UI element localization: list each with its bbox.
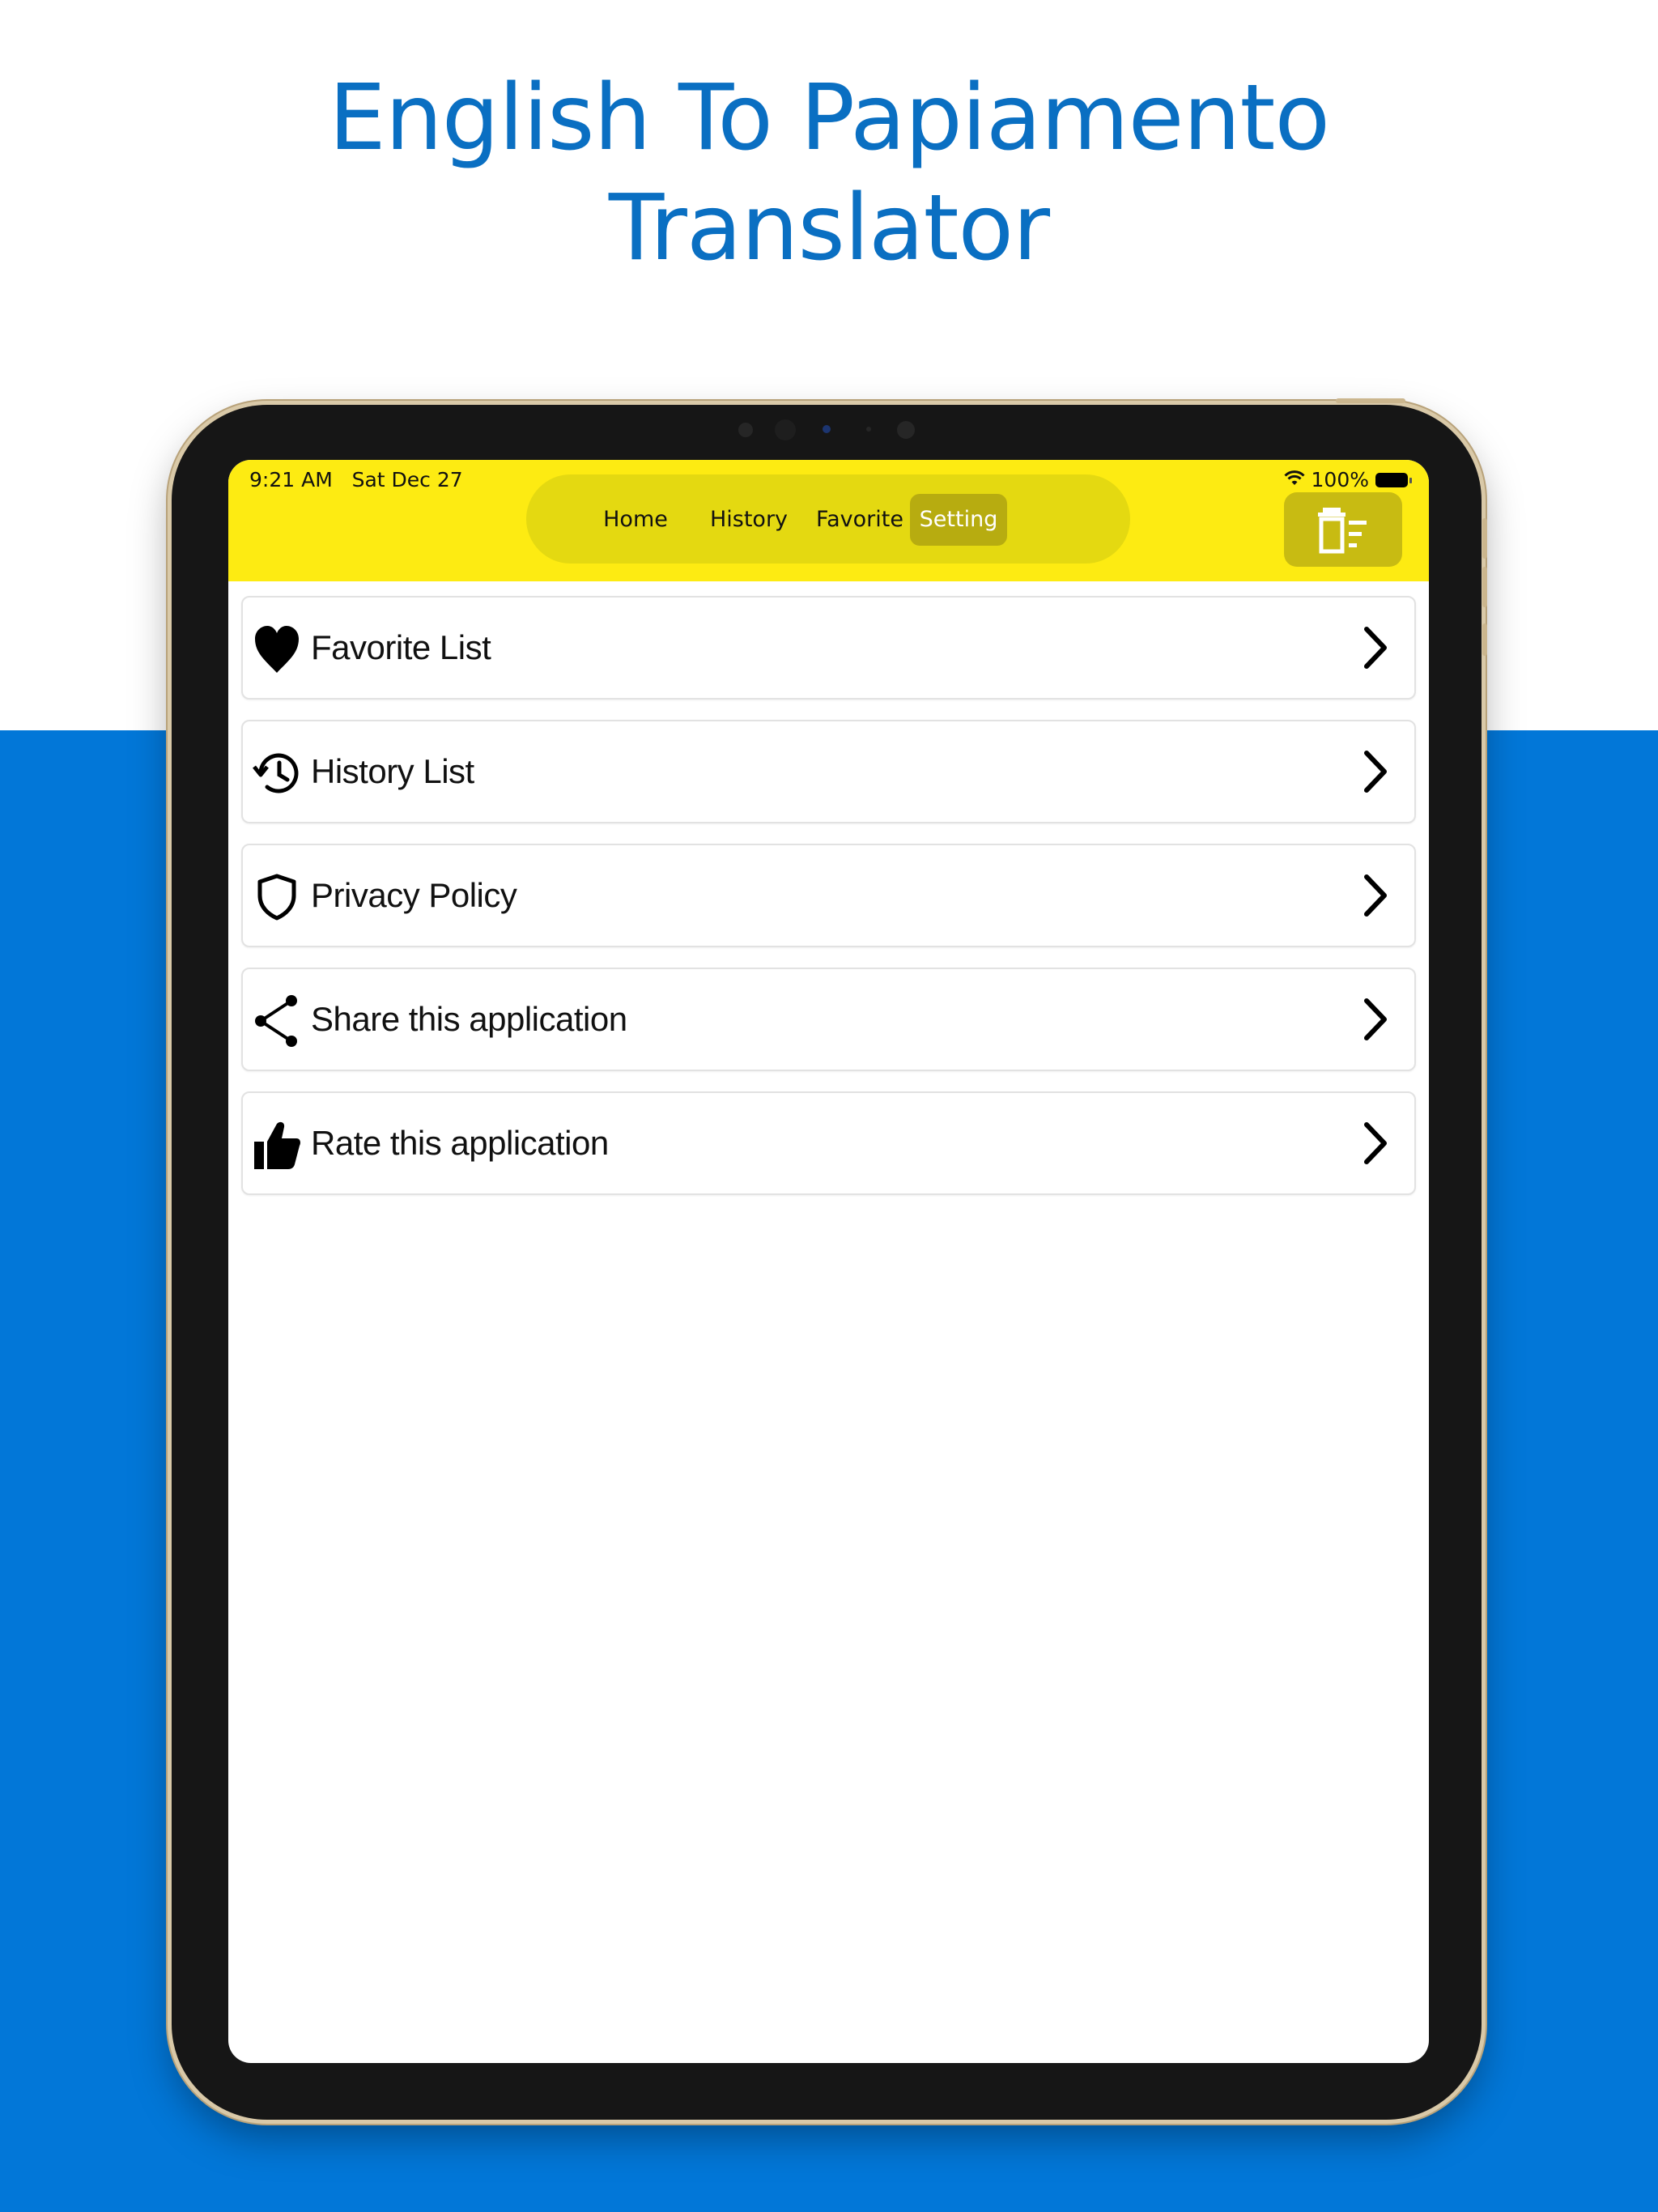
chevron-right-icon <box>1351 871 1400 920</box>
camera-sensor-3 <box>897 421 915 439</box>
promo-headline: English To Papiamento Translator <box>0 63 1658 283</box>
settings-item-rate-app[interactable]: Rate this application <box>241 1091 1416 1195</box>
settings-item-history-list[interactable]: History List <box>241 720 1416 823</box>
history-icon <box>253 747 301 799</box>
shield-icon <box>253 871 301 923</box>
settings-item-favorite-list[interactable]: Favorite List <box>241 596 1416 700</box>
headline-line-2: Translator <box>608 176 1050 281</box>
settings-item-label: Share this application <box>311 1000 627 1038</box>
top-bar: 9:21 AM Sat Dec 27 100% Home History Fav… <box>228 460 1429 581</box>
chevron-right-icon <box>1351 747 1400 796</box>
tab-home[interactable]: Home <box>591 494 680 546</box>
app-screen: 9:21 AM Sat Dec 27 100% Home History Fav… <box>228 460 1429 2063</box>
settings-item-label: Privacy Policy <box>311 876 517 914</box>
status-time: 9:21 AM Sat Dec 27 <box>249 468 463 491</box>
settings-item-label: Rate this application <box>311 1124 609 1162</box>
settings-item-label: Favorite List <box>311 628 491 666</box>
camera-sensor-1 <box>738 423 753 437</box>
top-button <box>1336 398 1405 403</box>
share-icon <box>253 995 301 1047</box>
headline-line-1: English To Papiamento <box>329 66 1330 171</box>
wifi-icon <box>1283 468 1305 491</box>
tab-history[interactable]: History <box>701 494 797 546</box>
status-indicators: 100% <box>1283 468 1412 491</box>
volume-up-button <box>1482 518 1487 559</box>
volume-down-button <box>1482 567 1487 607</box>
chevron-right-icon <box>1351 623 1400 672</box>
clear-all-button[interactable] <box>1284 492 1402 567</box>
tablet-frame: 9:21 AM Sat Dec 27 100% Home History Fav… <box>172 398 1487 2120</box>
trash-list-icon <box>1318 508 1367 554</box>
settings-item-label: History List <box>311 752 474 790</box>
settings-item-share-app[interactable]: Share this application <box>241 968 1416 1071</box>
chevron-right-icon <box>1351 1119 1400 1168</box>
heart-icon <box>253 623 301 675</box>
tab-setting[interactable]: Setting <box>910 494 1007 546</box>
camera-lens-icon <box>775 419 796 440</box>
battery-percent: 100% <box>1311 468 1369 491</box>
chevron-right-icon <box>1351 995 1400 1044</box>
camera-indicator <box>823 425 831 433</box>
battery-icon <box>1375 472 1412 487</box>
tab-favorite[interactable]: Favorite <box>811 494 908 546</box>
thumbs-up-icon <box>253 1119 301 1171</box>
side-connector <box>1482 623 1487 656</box>
tab-bar: Home History Favorite Setting <box>526 474 1130 564</box>
settings-item-privacy-policy[interactable]: Privacy Policy <box>241 844 1416 947</box>
camera-sensor-2 <box>866 427 871 432</box>
